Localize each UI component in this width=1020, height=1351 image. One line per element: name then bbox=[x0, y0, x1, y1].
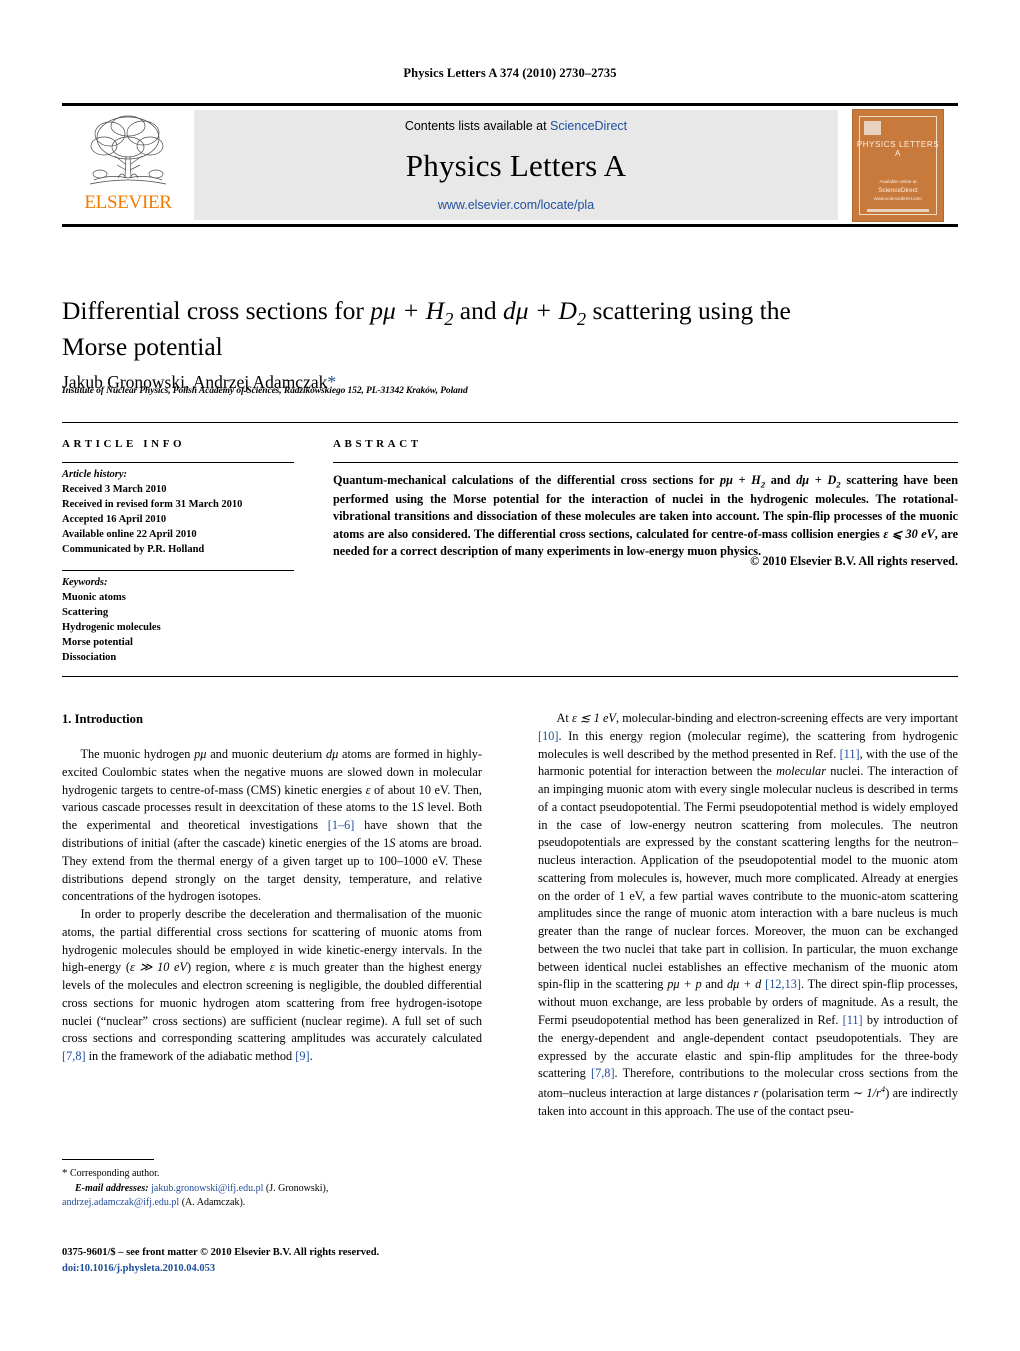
contents-prefix: Contents lists available at bbox=[404, 119, 551, 133]
history-item: Received in revised form 31 March 2010 bbox=[62, 498, 243, 510]
abstract-heading: ABSTRACT bbox=[333, 438, 422, 450]
keyword-item: Morse potential bbox=[62, 636, 133, 648]
sciencedirect-link[interactable]: ScienceDirect bbox=[550, 119, 627, 133]
section-heading-introduction: 1. Introduction bbox=[62, 712, 143, 726]
divider-abstract bbox=[333, 462, 958, 463]
abstract-math-3: ε ⩽ 30 eV bbox=[883, 526, 935, 541]
running-head: Physics Letters A 374 (2010) 2730–2735 bbox=[403, 66, 617, 80]
journal-banner: Contents lists available at ScienceDirec… bbox=[194, 110, 838, 220]
citation-link[interactable]: [11] bbox=[843, 1013, 863, 1027]
doi-link[interactable]: doi:10.1016/j.physleta.2010.04.053 bbox=[62, 1261, 492, 1277]
email-addresses: E-mail addresses: jakub.gronowski@ifj.ed… bbox=[62, 1182, 482, 1197]
citation-link[interactable]: [10] bbox=[538, 729, 559, 743]
elsevier-wordmark: ELSEVIER bbox=[84, 192, 172, 213]
polarisation-term: ∼ 1/r4 bbox=[852, 1084, 886, 1101]
article-history-label: Article history: bbox=[62, 469, 128, 480]
divider-bottom bbox=[62, 676, 958, 677]
abstract-part-2: and bbox=[765, 473, 797, 487]
keywords-label: Keywords: bbox=[62, 577, 108, 588]
elsevier-tree-icon bbox=[89, 115, 167, 185]
journal-title: Physics Letters A bbox=[405, 147, 627, 183]
cover-foot-small: Available online at bbox=[879, 179, 917, 185]
page-title: Differential cross sections for pμ + H2 … bbox=[62, 295, 862, 363]
journal-masthead: ELSEVIER Contents lists available at Sci… bbox=[62, 103, 958, 227]
cover-foot-tiny: www.sciencedirect.com bbox=[874, 195, 922, 201]
article-history: Article history: Received 3 March 2010 R… bbox=[62, 468, 312, 557]
contents-available-line: Contents lists available at ScienceDirec… bbox=[405, 119, 627, 133]
citation-link[interactable]: [1–6] bbox=[328, 818, 355, 832]
history-item: Received 3 March 2010 bbox=[62, 483, 167, 495]
footnote-divider bbox=[62, 1159, 154, 1160]
keyword-item: Hydrogenic molecules bbox=[62, 621, 161, 633]
email-link-gronowski[interactable]: jakub.gronowski@ifj.edu.pl bbox=[151, 1183, 263, 1194]
keyword-item: Dissociation bbox=[62, 651, 117, 663]
cover-foot-big: ScienceDirect bbox=[878, 187, 918, 194]
journal-cover-thumbnail: PHYSICS LETTERS A Available online at Sc… bbox=[838, 108, 958, 222]
paragraph: In order to properly describe the decele… bbox=[62, 907, 482, 1064]
email-addresses-second-line: andrzej.adamczak@ifj.edu.pl (A. Adamczak… bbox=[62, 1196, 482, 1211]
citation-link[interactable]: [7,8] bbox=[62, 1049, 86, 1063]
front-matter-line: 0375-9601/$ – see front matter © 2010 El… bbox=[62, 1247, 380, 1258]
divider-keywords bbox=[62, 570, 294, 571]
cover-title: PHYSICS LETTERS A bbox=[856, 139, 940, 158]
keyword-item: Scattering bbox=[62, 606, 109, 618]
history-item: Available online 22 April 2010 bbox=[62, 528, 197, 540]
article-info-heading: ARTICLE INFO bbox=[62, 438, 186, 450]
citation-link[interactable]: [11] bbox=[840, 747, 860, 761]
paragraph: The muonic hydrogen pμ and muonic deuter… bbox=[62, 747, 482, 904]
abstract-text: Quantum-mechanical calculations of the d… bbox=[333, 472, 958, 560]
abstract-math-1: pμ + H2 bbox=[719, 473, 766, 490]
email-label: E-mail addresses: bbox=[75, 1182, 149, 1194]
title-part-1: Differential cross sections for bbox=[62, 296, 371, 326]
email-name-gronowski: (J. Gronowski), bbox=[263, 1182, 329, 1194]
corresponding-author-note: * Corresponding author. bbox=[62, 1166, 482, 1182]
article-page: Physics Letters A 374 (2010) 2730–2735 E… bbox=[0, 0, 1020, 1351]
history-item: Communicated by P.R. Holland bbox=[62, 543, 205, 555]
journal-url-link[interactable]: www.elsevier.com/locate/pla bbox=[438, 198, 594, 212]
cover-bottom-bar bbox=[867, 208, 929, 212]
title-math-1: pμ + H2 bbox=[370, 296, 454, 330]
cover-logo-badge bbox=[864, 120, 881, 135]
title-and: and bbox=[453, 296, 503, 326]
keyword-item: Muonic atoms bbox=[62, 591, 126, 603]
email-link-adamczak[interactable]: andrzej.adamczak@ifj.edu.pl bbox=[62, 1197, 179, 1208]
body-column-left: 1. Introduction The muonic hydrogen pμ a… bbox=[62, 710, 482, 1066]
elsevier-logo: ELSEVIER bbox=[62, 110, 194, 220]
title-tail: scattering using bbox=[586, 296, 754, 326]
keywords-block: Keywords: Muonic atoms Scattering Hydrog… bbox=[62, 576, 312, 665]
history-item: Accepted 16 April 2010 bbox=[62, 513, 167, 525]
abstract-math-2: dμ + D2 bbox=[796, 473, 841, 490]
divider-article-info bbox=[62, 462, 294, 463]
corresponding-author-text: Corresponding author. bbox=[70, 1168, 160, 1179]
title-math-2: dμ + D2 bbox=[502, 296, 587, 330]
citation-link[interactable]: [9] bbox=[295, 1049, 309, 1063]
body-column-right: At ε ≲ 1 eV, molecular-binding and elect… bbox=[538, 710, 958, 1121]
cover-footer: Available online at ScienceDirect www.sc… bbox=[853, 179, 943, 202]
abstract-copyright: © 2010 Elsevier B.V. All rights reserved… bbox=[750, 554, 958, 568]
affiliation: Institute of Nuclear Physics, Polish Aca… bbox=[62, 386, 468, 396]
paragraph: At ε ≲ 1 eV, molecular-binding and elect… bbox=[538, 711, 958, 1118]
email-name-adamczak: (A. Adamczak). bbox=[179, 1197, 246, 1209]
footnote-star: * bbox=[62, 1167, 68, 1179]
divider-top bbox=[62, 422, 958, 423]
abstract-part-1: Quantum-mechanical calculations of the d… bbox=[333, 473, 720, 487]
citation-link[interactable]: [12,13] bbox=[765, 977, 801, 991]
citation-link[interactable]: [7,8] bbox=[591, 1066, 615, 1080]
footnote-block: * Corresponding author. E-mail addresses… bbox=[62, 1159, 482, 1211]
imprint-block: 0375-9601/$ – see front matter © 2010 El… bbox=[62, 1245, 492, 1276]
